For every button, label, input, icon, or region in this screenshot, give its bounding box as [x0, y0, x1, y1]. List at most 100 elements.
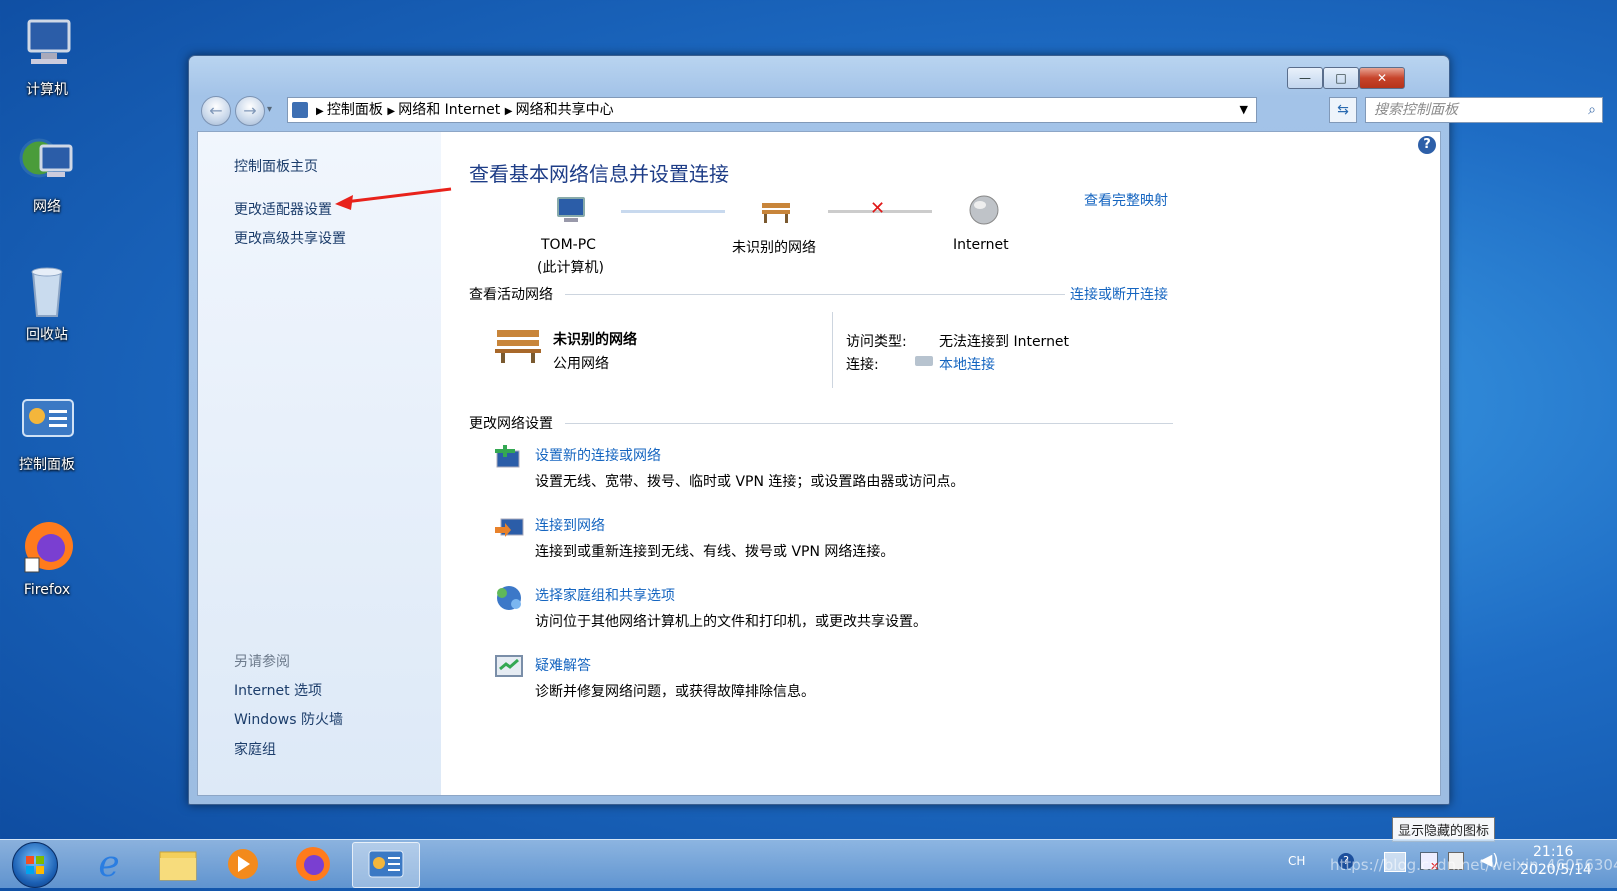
active-network-name: 未识别的网络: [553, 332, 637, 348]
homegroup-icon: [493, 583, 525, 617]
arrow-left-icon: ←: [209, 101, 223, 120]
control-panel-icon: [368, 850, 404, 878]
breadcrumb-separator: ▶: [316, 106, 327, 117]
firefox-icon: [296, 847, 330, 881]
navigation-bar: ← → ▾ ▶ 控制面板 ▶ 网络和 Internet ▶ 网络和共享中心 ▼ …: [197, 94, 1603, 126]
access-type-value: 无法连接到 Internet: [939, 334, 1070, 350]
task-desc-connect-network: 连接到或重新连接到无线、有线、拨号或 VPN 网络连接。: [535, 544, 895, 560]
link-local-connection[interactable]: 本地连接: [939, 354, 995, 374]
connect-network-icon: [493, 513, 525, 547]
desktop-icon-label: 控制面板: [19, 457, 75, 473]
breadcrumb-network-internet[interactable]: 网络和 Internet: [398, 102, 500, 118]
control-panel-small-icon: [292, 102, 308, 118]
network-icon: [17, 132, 77, 192]
desktop-icon-label: 回收站: [26, 327, 68, 343]
arrow-right-icon: →: [243, 101, 257, 120]
task-desc-troubleshoot: 诊断并修复网络问题，或获得故障排除信息。: [535, 684, 815, 700]
main-pane: 查看基本网络信息并设置连接 TOM-PC (此计算机) 未识别的网络 ✕ Int…: [441, 132, 1440, 795]
pc-name: TOM-PC: [541, 237, 596, 253]
troubleshoot-icon: [493, 652, 525, 686]
desktop-icon-computer[interactable]: 计算机: [2, 15, 92, 99]
internet-node-label: Internet: [953, 237, 1009, 253]
close-button[interactable]: ✕: [1359, 67, 1405, 89]
active-networks-heading: 查看活动网络: [469, 287, 553, 303]
map-link-line: [621, 210, 725, 213]
section-divider: [565, 294, 1065, 295]
access-type-label: 访问类型:: [846, 334, 907, 350]
recycle-bin-icon: [17, 260, 77, 320]
breadcrumb-network-sharing[interactable]: 网络和共享中心: [516, 102, 614, 118]
windows-logo-icon: [26, 856, 44, 874]
search-box[interactable]: 搜索控制面板 ⌕: [1365, 97, 1603, 123]
pc-subtitle: (此计算机): [537, 260, 604, 276]
network-node-label: 未识别的网络: [732, 240, 816, 256]
desktop-icon-label: 网络: [33, 199, 61, 215]
task-link-connect-network[interactable]: 连接到网络: [535, 515, 605, 535]
network-sharing-center-window: — □ ✕ ← → ▾ ▶ 控制面板 ▶ 网络和 Internet ▶ 网络和共…: [188, 55, 1603, 805]
minimize-button[interactable]: —: [1287, 67, 1323, 89]
computer-icon: [17, 15, 77, 75]
breadcrumb-separator: ▶: [504, 106, 516, 117]
firefox-icon: [17, 518, 77, 578]
taskbar-media-player-button[interactable]: [210, 842, 276, 886]
disconnected-x-icon: ✕: [870, 198, 886, 219]
desktop-icon-label: 计算机: [26, 82, 68, 98]
annotation-arrow: [335, 187, 452, 210]
svg-text:e: e: [98, 844, 119, 885]
recent-pages-dropdown[interactable]: ▾: [267, 104, 272, 115]
link-change-adapter-settings[interactable]: 更改适配器设置: [234, 199, 332, 219]
taskbar: e CH ? ✕ ◀) 21:16 2020/5/14 https://blog…: [0, 839, 1617, 888]
forward-button[interactable]: →: [235, 96, 265, 126]
link-windows-firewall[interactable]: Windows 防火墙: [234, 709, 343, 729]
language-indicator[interactable]: CH: [1288, 854, 1305, 868]
bench-icon: [759, 195, 793, 229]
taskbar-ie-button[interactable]: e: [76, 842, 142, 886]
taskbar-explorer-button[interactable]: [144, 842, 210, 886]
link-view-full-map[interactable]: 查看完整映射: [1084, 190, 1168, 210]
start-button[interactable]: [12, 842, 58, 888]
section-divider: [565, 423, 1173, 424]
refresh-icon: ⇆: [1337, 102, 1349, 118]
task-link-homegroup[interactable]: 选择家庭组和共享选项: [535, 585, 675, 605]
active-network-divider: [832, 312, 833, 388]
task-link-troubleshoot[interactable]: 疑难解答: [535, 655, 591, 675]
maximize-button[interactable]: □: [1323, 67, 1359, 89]
link-connect-disconnect[interactable]: 连接或断开连接: [1070, 284, 1168, 304]
link-change-advanced-sharing[interactable]: 更改高级共享设置: [234, 228, 346, 248]
link-internet-options[interactable]: Internet 选项: [234, 680, 322, 700]
taskbar-firefox-button[interactable]: [280, 842, 346, 886]
ethernet-icon: [915, 356, 933, 366]
new-connection-icon: [493, 443, 525, 477]
desktop-icon-firefox[interactable]: Firefox: [2, 518, 92, 598]
internet-explorer-icon: e: [98, 844, 119, 885]
link-control-panel-home[interactable]: 控制面板主页: [234, 156, 318, 176]
search-icon[interactable]: ⌕: [1588, 98, 1596, 122]
content-area: 控制面板主页 更改适配器设置 更改高级共享设置 另请参阅 Internet 选项…: [197, 131, 1441, 796]
left-navigation-pane: 控制面板主页 更改适配器设置 更改高级共享设置 另请参阅 Internet 选项…: [198, 132, 441, 795]
desktop-icon-control-panel[interactable]: 控制面板: [2, 390, 92, 474]
change-settings-heading: 更改网络设置: [469, 416, 553, 432]
search-placeholder: 搜索控制面板: [1374, 102, 1458, 118]
taskbar-control-panel-button[interactable]: [352, 842, 420, 888]
breadcrumb-control-panel[interactable]: 控制面板: [327, 102, 383, 118]
active-network-bench-icon: [493, 322, 543, 368]
task-link-setup-connection[interactable]: 设置新的连接或网络: [535, 445, 661, 465]
address-bar[interactable]: ▶ 控制面板 ▶ 网络和 Internet ▶ 网络和共享中心 ▼: [287, 97, 1257, 123]
task-desc-homegroup: 访问位于其他网络计算机上的文件和打印机，或更改共享设置。: [535, 614, 927, 630]
watermark-text: https://blog.csdn.net/weixin_46056304: [1330, 856, 1617, 874]
internet-globe-icon: [968, 194, 1000, 230]
active-network-type: 公用网络: [553, 356, 609, 372]
desktop-icon-recycle-bin[interactable]: 回收站: [2, 260, 92, 344]
page-title: 查看基本网络信息并设置连接: [469, 162, 729, 186]
desktop-icon-network[interactable]: 网络: [2, 132, 92, 216]
computer-node-icon: [554, 196, 588, 230]
breadcrumb-separator: ▶: [387, 106, 399, 117]
folder-icon: [159, 851, 197, 881]
address-dropdown-icon[interactable]: ▼: [1240, 98, 1248, 122]
back-button[interactable]: ←: [201, 96, 231, 126]
see-also-heading: 另请参阅: [234, 654, 290, 670]
control-panel-icon: [17, 390, 77, 450]
link-homegroup[interactable]: 家庭组: [234, 739, 276, 759]
refresh-button[interactable]: ⇆: [1329, 97, 1357, 123]
task-desc-setup-connection: 设置无线、宽带、拨号、临时或 VPN 连接；或设置路由器或访问点。: [535, 474, 965, 490]
